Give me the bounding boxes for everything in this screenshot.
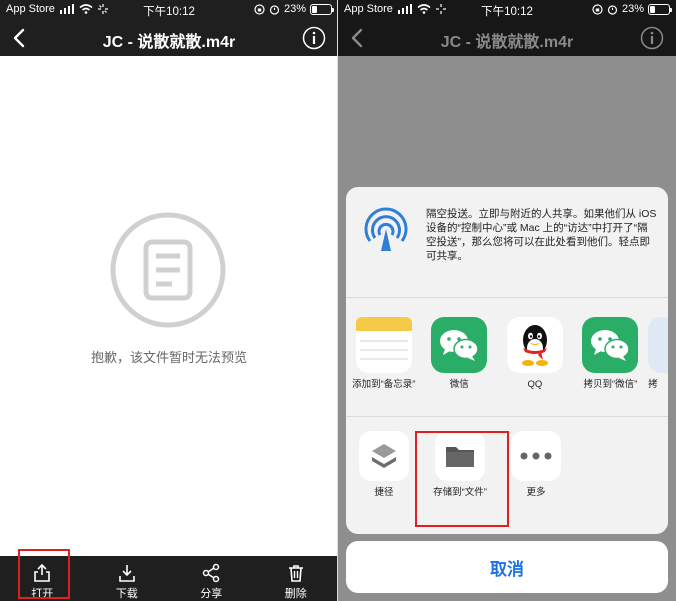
open-button[interactable]: 打开 [0, 556, 85, 601]
battery-percent: 23% [621, 3, 644, 15]
app-label: QQ [527, 379, 543, 390]
back-chevron-icon[interactable] [10, 27, 30, 49]
delete-label: 删除 [284, 588, 307, 600]
wechat-icon [582, 317, 639, 373]
shortcuts-icon [359, 431, 409, 481]
status-right: 23% [254, 3, 334, 15]
status-right: 23% [592, 3, 672, 15]
preview-unavailable-message: 抱歉，该文件暂时无法预览 [90, 350, 247, 365]
action-label: 存储到“文件” [433, 487, 487, 498]
delete-button[interactable]: 删除 [254, 556, 339, 601]
qq-icon [506, 317, 563, 373]
info-icon[interactable] [302, 26, 326, 50]
alarm-icon [607, 4, 618, 15]
alarm-icon [269, 4, 280, 15]
app-label: 添加到“备忘录” [352, 379, 416, 390]
share-sheet: 隔空投送。立即与附近的人共享。如果他们从 iOS 设备的“控制中心”或 Mac … [346, 187, 668, 534]
app-notes[interactable]: 添加到“备忘录” [346, 317, 422, 416]
app-icon [648, 317, 668, 373]
bottom-toolbar: 打开 下载 分享 删除 [0, 556, 338, 601]
notes-icon [355, 317, 412, 373]
download-icon [118, 565, 135, 582]
action-label: 捷径 [374, 487, 394, 498]
app-partial[interactable]: 拷 [648, 317, 668, 416]
airdrop-icon [364, 207, 408, 251]
share-actions-row: 捷径 存储到“文件” 更多 [346, 431, 668, 521]
share-label: 分享 [200, 588, 223, 600]
app-qq[interactable]: QQ [497, 317, 573, 416]
battery-icon [648, 3, 672, 15]
share-sheet-screen: App Store 下午10:12 23% JC - 说散就散.m4r 隔空投送… [338, 0, 676, 601]
download-button[interactable]: 下载 [85, 556, 170, 601]
more-icon [511, 431, 561, 481]
share-icon [203, 563, 220, 583]
app-copy-to-wechat[interactable]: 拷贝到“微信” [573, 317, 649, 416]
airdrop-description: 隔空投送。立即与附近的人共享。如果他们从 iOS 设备的“控制中心”或 Mac … [426, 208, 657, 262]
app-label: 拷贝到“微信” [583, 379, 638, 390]
folder-icon [435, 431, 485, 481]
status-bar: App Store 下午10:12 23% [0, 0, 338, 20]
action-label: 更多 [526, 487, 546, 498]
action-more[interactable]: 更多 [498, 431, 574, 521]
orientation-lock-icon [254, 3, 265, 15]
trash-icon [288, 565, 303, 582]
file-title: JC - 说散就散.m4r [440, 34, 574, 51]
share-apps-row: 添加到“备忘录” 微信 QQ 拷贝到“微信” 拷 [346, 317, 668, 417]
document-placeholder-icon [110, 212, 226, 328]
info-icon [640, 26, 664, 50]
download-label: 下载 [115, 588, 138, 600]
back-chevron-icon [351, 28, 363, 48]
nav-bar: JC - 说散就散.m4r [0, 20, 338, 56]
file-title: JC - 说散就散.m4r [102, 34, 236, 51]
orientation-lock-icon [592, 3, 603, 15]
app-label: 拷 [648, 379, 658, 390]
file-viewer-screen: App Store 下午10:12 23% JC - 说散就散.m4r 抱歉，该… [0, 0, 338, 601]
nav-bar-dimmed: JC - 说散就散.m4r [338, 20, 676, 56]
wechat-icon [431, 317, 488, 373]
airdrop-section[interactable]: 隔空投送。立即与附近的人共享。如果他们从 iOS 设备的“控制中心”或 Mac … [346, 187, 668, 298]
battery-icon [310, 3, 334, 15]
share-button[interactable]: 分享 [169, 556, 254, 601]
app-label: 微信 [449, 379, 469, 390]
app-wechat[interactable]: 微信 [422, 317, 498, 416]
cancel-button[interactable]: 取消 [346, 541, 668, 593]
action-shortcuts[interactable]: 捷径 [346, 431, 422, 521]
battery-percent: 23% [283, 3, 306, 15]
action-save-to-files[interactable]: 存储到“文件” [422, 431, 498, 521]
status-bar-dimmed: App Store 下午10:12 23% [338, 0, 676, 20]
share-box-icon [34, 563, 51, 582]
open-label: 打开 [31, 588, 54, 600]
